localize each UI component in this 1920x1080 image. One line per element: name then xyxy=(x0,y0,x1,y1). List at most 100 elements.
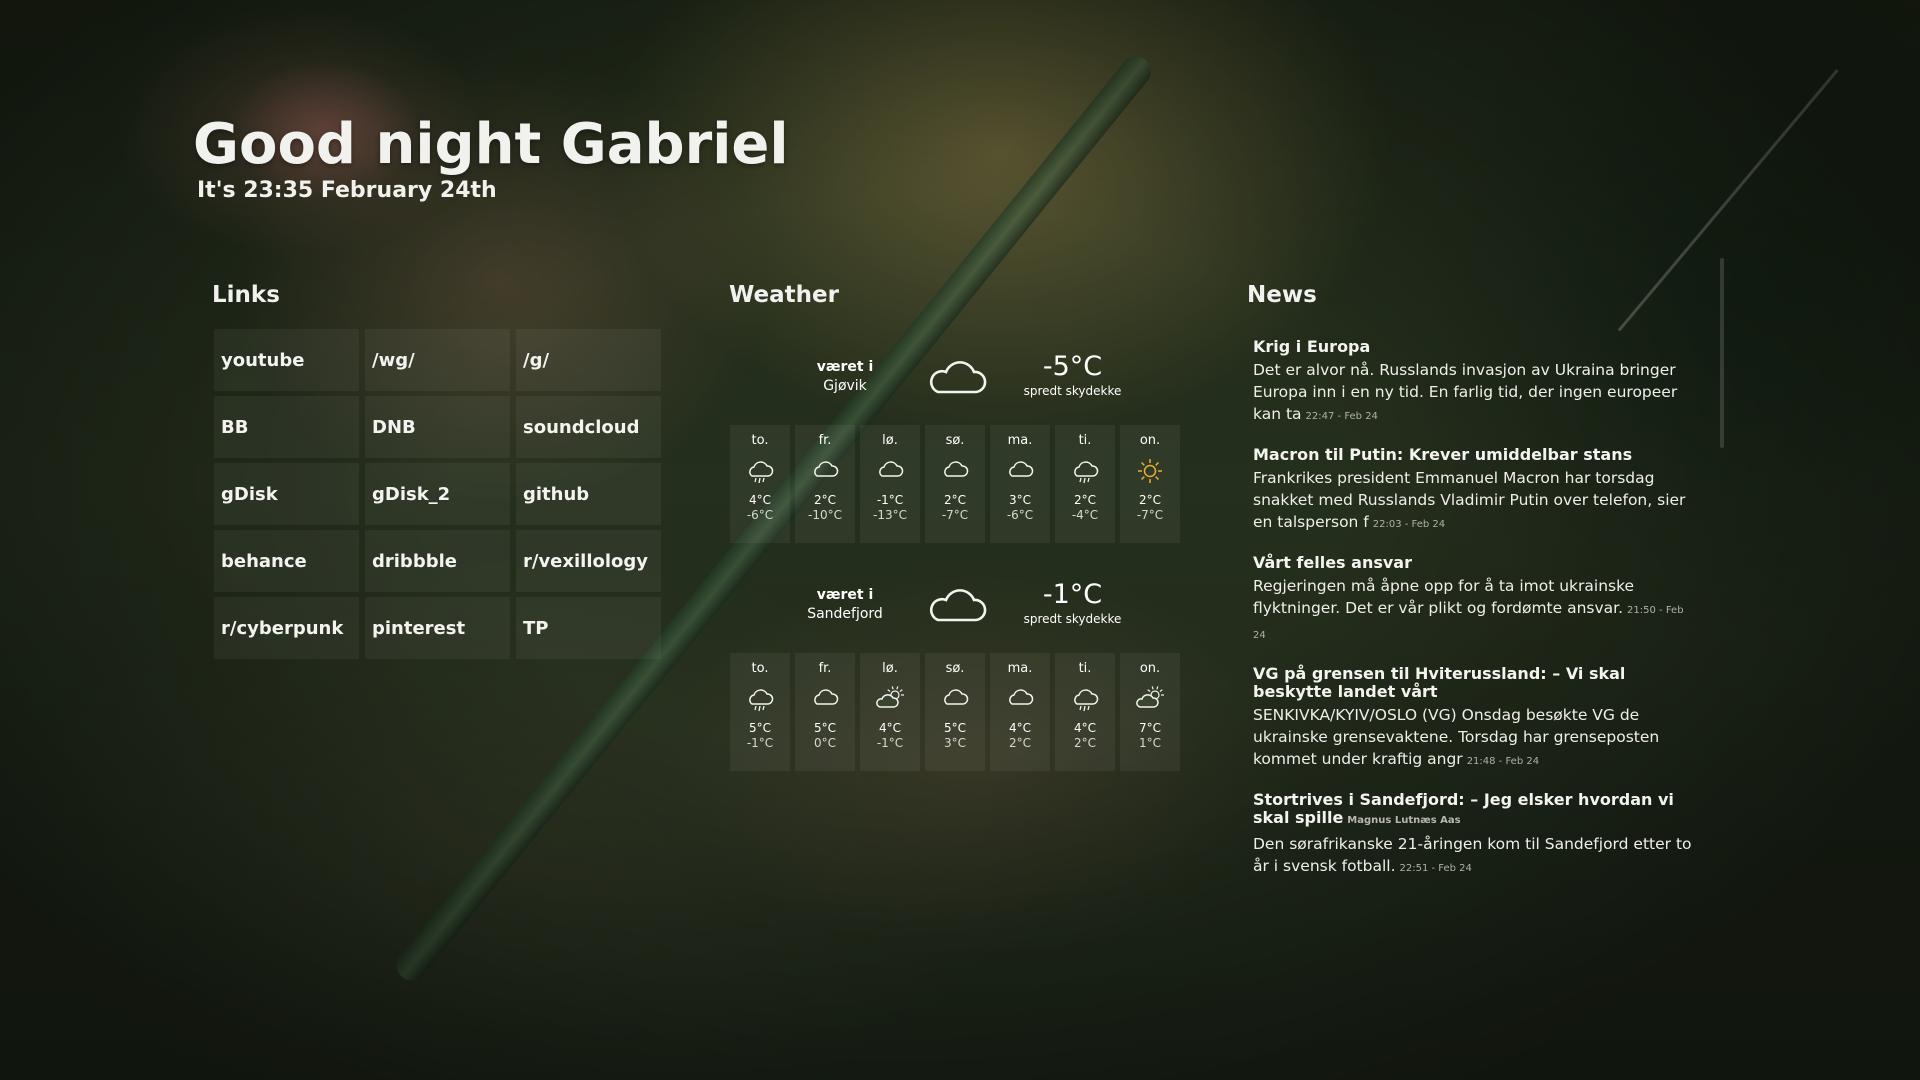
forecast-high: 4°C xyxy=(748,493,771,507)
news-heading: News xyxy=(1247,282,1317,308)
forecast-day: fr. 2°C -10°C xyxy=(795,425,855,543)
weather-heading: Weather xyxy=(729,282,839,308)
forecast-day-name: on. xyxy=(1139,433,1161,448)
forecast-day: sø. 5°C 3°C xyxy=(925,653,985,771)
news-item[interactable]: VG på grensen til Hviterussland: – Vi sk… xyxy=(1253,665,1693,773)
cloud-icon xyxy=(795,453,855,489)
forecast-low: -1°C xyxy=(876,736,904,750)
forecast-high: 5°C xyxy=(748,721,771,735)
forecast-low: 3°C xyxy=(943,736,966,750)
news-title[interactable]: Macron til Putin: Krever umiddelbar stan… xyxy=(1253,446,1693,464)
link-tile-r-vexillology[interactable]: r/vexillology xyxy=(516,530,661,592)
link-tile-dribbble[interactable]: dribbble xyxy=(365,530,510,592)
forecast-low: -13°C xyxy=(873,508,907,522)
weather-forecast-row: to. 4°C -6°C fr. 2°C -10°C lø. -1°C -13°C sø. 2°C… xyxy=(730,425,1182,543)
news-summary: Det er alvor nå. Russlands invasjon av U… xyxy=(1253,359,1693,428)
weather-forecast-row: to. 5°C -1°C fr. 5°C 0°C lø. 4°C -1°C sø. 5°C 3°C… xyxy=(730,653,1182,771)
link-tile-pinterest[interactable]: pinterest xyxy=(365,597,510,659)
forecast-day-name: to. xyxy=(751,661,769,676)
news-item[interactable]: Macron til Putin: Krever umiddelbar stan… xyxy=(1253,446,1693,536)
forecast-day-name: ma. xyxy=(1007,661,1033,676)
news-title-text[interactable]: VG på grensen til Hviterussland: – Vi sk… xyxy=(1253,664,1625,701)
forecast-day: ti. 4°C 2°C xyxy=(1055,653,1115,771)
forecast-day: ma. 3°C -6°C xyxy=(990,425,1050,543)
link-tile-soundcloud[interactable]: soundcloud xyxy=(516,396,661,458)
cloud-icon xyxy=(926,350,988,400)
cloud-icon xyxy=(990,681,1050,717)
news-title[interactable]: Vårt felles ansvar xyxy=(1253,554,1693,572)
weather-current: været i Sandefjord -1°C spredt skydekke xyxy=(730,558,1182,653)
weather-location-name: Gjøvik xyxy=(823,378,867,394)
weather-location: været i Sandefjord xyxy=(785,586,905,624)
link-tile-dnb[interactable]: DNB xyxy=(365,396,510,458)
cloud-icon xyxy=(990,453,1050,489)
rain-icon xyxy=(730,453,790,489)
rain-icon xyxy=(730,681,790,717)
forecast-day-name: ti. xyxy=(1078,661,1092,676)
forecast-day-name: to. xyxy=(751,433,769,448)
forecast-day: on. 7°C 1°C xyxy=(1120,653,1180,771)
link-tile-r-cyberpunk[interactable]: r/cyberpunk xyxy=(214,597,359,659)
forecast-day-name: ma. xyxy=(1007,433,1033,448)
cloud-icon xyxy=(926,578,988,628)
forecast-low: -4°C xyxy=(1071,508,1099,522)
weather-panel: været i Gjøvik -5°C spredt skydekke to. 4°C -… xyxy=(730,330,1182,786)
forecast-high: 4°C xyxy=(878,721,901,735)
link-tile-gdisk-2[interactable]: gDisk_2 xyxy=(365,463,510,525)
forecast-day-name: sø. xyxy=(945,433,965,448)
link-tile-bb[interactable]: BB xyxy=(214,396,359,458)
news-feed: Krig i Europa Det er alvor nå. Russlands … xyxy=(1253,338,1693,898)
news-title-text[interactable]: Stortrives i Sandefjord: – Jeg elsker hv… xyxy=(1253,790,1674,827)
news-summary-text: Den sørafrikanske 21-åringen kom til San… xyxy=(1253,835,1692,875)
link-tile-g[interactable]: /g/ xyxy=(516,329,661,391)
date-time-line: It's 23:35 February 24th xyxy=(197,178,497,203)
forecast-day-name: ti. xyxy=(1078,433,1092,448)
link-tile-gdisk[interactable]: gDisk xyxy=(214,463,359,525)
news-title-text[interactable]: Krig i Europa xyxy=(1253,337,1370,356)
forecast-low: -7°C xyxy=(1136,508,1164,522)
weather-location-block: været i Sandefjord -1°C spredt skydekke to. … xyxy=(730,558,1182,771)
weather-current-temp: -5°C xyxy=(1042,351,1103,382)
news-summary-text: SENKIVKA/KYIV/OSLO (VG) Onsdag besøkte V… xyxy=(1253,706,1660,768)
news-item[interactable]: Stortrives i Sandefjord: – Jeg elsker hv… xyxy=(1253,791,1693,880)
sun-icon xyxy=(1120,453,1180,489)
forecast-day: lø. 4°C -1°C xyxy=(860,653,920,771)
forecast-low: 1°C xyxy=(1138,736,1161,750)
forecast-high: 5°C xyxy=(813,721,836,735)
weather-current-temp-box: -1°C spredt skydekke xyxy=(1020,578,1125,626)
forecast-high: 2°C xyxy=(813,493,836,507)
news-summary-text: Frankrikes president Emmanuel Macron har… xyxy=(1253,469,1686,531)
forecast-day-name: fr. xyxy=(818,661,832,676)
partly-cloudy-icon xyxy=(860,681,920,717)
cloud-icon xyxy=(925,453,985,489)
weather-location: været i Gjøvik xyxy=(785,358,905,396)
weather-description: spredt skydekke xyxy=(1023,384,1122,398)
news-title-text[interactable]: Vårt felles ansvar xyxy=(1253,553,1412,572)
news-title-text[interactable]: Macron til Putin: Krever umiddelbar stan… xyxy=(1253,445,1632,464)
link-tile-behance[interactable]: behance xyxy=(214,530,359,592)
news-timestamp: 22:47 - Feb 24 xyxy=(1305,411,1378,422)
forecast-low: 2°C xyxy=(1073,736,1096,750)
news-timestamp: 22:03 - Feb 24 xyxy=(1372,519,1446,530)
news-title[interactable]: VG på grensen til Hviterussland: – Vi sk… xyxy=(1253,665,1693,701)
news-summary-text: Regjeringen må åpne opp for å ta imot uk… xyxy=(1253,577,1635,617)
weather-location-prefix: været i xyxy=(816,359,874,375)
news-title[interactable]: Stortrives i Sandefjord: – Jeg elsker hv… xyxy=(1253,791,1693,830)
link-tile-wg[interactable]: /wg/ xyxy=(365,329,510,391)
forecast-day-name: on. xyxy=(1139,661,1161,676)
forecast-day: ma. 4°C 2°C xyxy=(990,653,1050,771)
news-item[interactable]: Vårt felles ansvar Regjeringen må åpne op… xyxy=(1253,554,1693,647)
forecast-low: -6°C xyxy=(746,508,774,522)
news-title[interactable]: Krig i Europa xyxy=(1253,338,1693,356)
weather-location-block: været i Gjøvik -5°C spredt skydekke to. 4°C -… xyxy=(730,330,1182,543)
forecast-high: 3°C xyxy=(1008,493,1031,507)
news-summary: Regjeringen må åpne opp for å ta imot uk… xyxy=(1253,575,1693,647)
news-summary: Frankrikes president Emmanuel Macron har… xyxy=(1253,467,1693,536)
news-item[interactable]: Krig i Europa Det er alvor nå. Russlands … xyxy=(1253,338,1693,428)
partly-cloudy-icon xyxy=(1120,681,1180,717)
news-scrollbar[interactable] xyxy=(1720,258,1724,448)
link-tile-tp[interactable]: TP xyxy=(516,597,661,659)
link-tile-youtube[interactable]: youtube xyxy=(214,329,359,391)
link-tile-github[interactable]: github xyxy=(516,463,661,525)
forecast-low: -1°C xyxy=(746,736,774,750)
